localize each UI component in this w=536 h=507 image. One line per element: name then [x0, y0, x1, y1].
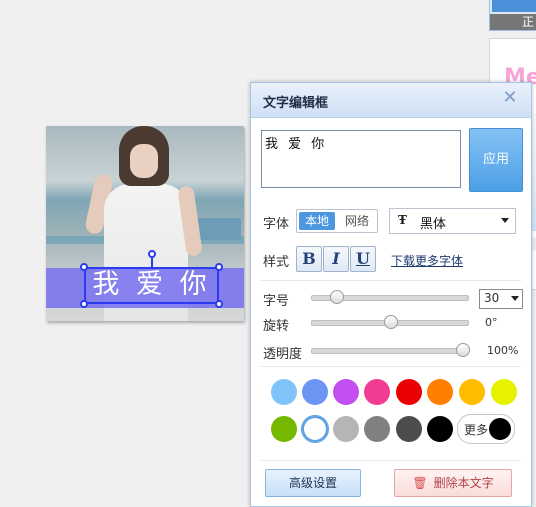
color-swatch-selected[interactable] — [301, 415, 329, 443]
photo-figure-face — [130, 144, 158, 178]
font-source-local[interactable]: 本地 — [299, 212, 335, 230]
color-swatch[interactable] — [271, 379, 297, 405]
current-color-dot — [489, 418, 511, 440]
close-icon[interactable]: ✕ — [501, 89, 519, 107]
delete-text-button[interactable]: 🗑 删除本文字 — [394, 469, 512, 497]
more-colors-label: 更多 — [464, 423, 489, 437]
color-swatch[interactable] — [427, 416, 453, 442]
rotate-value: 0° — [485, 316, 498, 329]
bold-button[interactable]: B — [296, 246, 322, 272]
color-swatch[interactable] — [302, 379, 328, 405]
size-select[interactable]: 30 — [479, 289, 523, 309]
size-slider-knob[interactable] — [330, 290, 344, 304]
thumb-caption: 正常 — [490, 14, 536, 30]
template-thumb-selected[interactable]: 正常 — [489, 0, 536, 31]
rotate-slider[interactable] — [311, 315, 469, 329]
font-source-network[interactable]: 网络 — [339, 212, 375, 230]
opacity-label: 透明度 — [263, 347, 303, 362]
rotate-label: 旋转 — [263, 319, 290, 334]
color-swatch[interactable] — [491, 379, 517, 405]
size-label: 字号 — [263, 294, 290, 309]
advanced-settings-button[interactable]: 高级设置 — [265, 469, 361, 497]
opacity-slider-knob[interactable] — [456, 343, 470, 357]
color-swatch[interactable] — [364, 379, 390, 405]
more-colors-button[interactable]: 更多 — [457, 414, 515, 444]
apply-button[interactable]: 应用 — [469, 128, 523, 192]
color-swatch[interactable] — [333, 416, 359, 442]
style-label: 样式 — [263, 255, 290, 270]
photo-canvas[interactable]: 我 爱 你 — [46, 126, 244, 321]
trash-icon: 🗑 — [412, 476, 428, 490]
color-swatch[interactable] — [333, 379, 359, 405]
opacity-value: 100% — [487, 344, 519, 357]
text-input[interactable]: 我 爱 你 — [261, 130, 461, 188]
color-swatch[interactable] — [427, 379, 453, 405]
color-swatch[interactable] — [459, 379, 485, 405]
rotate-handle[interactable] — [148, 250, 156, 258]
resize-handle-top-right[interactable] — [215, 263, 223, 271]
delete-text-label: 删除本文字 — [433, 476, 494, 490]
divider — [261, 366, 521, 367]
font-type-icon: Ŧ — [398, 213, 407, 227]
resize-handle-bottom-left[interactable] — [80, 300, 88, 308]
size-slider[interactable] — [311, 290, 469, 304]
italic-button[interactable]: I — [323, 246, 349, 272]
chevron-down-icon — [511, 296, 519, 301]
color-swatch[interactable] — [396, 379, 422, 405]
resize-handle-top-left[interactable] — [80, 263, 88, 271]
dialog-title: 文字编辑框 — [263, 96, 329, 111]
rotate-slider-knob[interactable] — [384, 315, 398, 329]
font-source-toggle: 本地 网络 — [296, 209, 378, 233]
thumb-preview — [492, 0, 536, 12]
color-swatch[interactable] — [396, 416, 422, 442]
resize-handle-bottom-right[interactable] — [215, 300, 223, 308]
font-name: 黑体 — [420, 217, 447, 232]
divider — [261, 460, 521, 461]
divider — [261, 280, 521, 281]
chevron-down-icon — [501, 218, 509, 223]
text-edit-dialog: 文字编辑框 ✕ 我 爱 你 应用 字体 本地 网络 Ŧ 黑体 样式 B I U … — [250, 82, 532, 507]
color-swatch[interactable] — [364, 416, 390, 442]
underline-button[interactable]: U — [350, 246, 376, 272]
font-label: 字体 — [263, 217, 290, 232]
download-more-fonts-link[interactable]: 下载更多字体 — [391, 252, 463, 269]
text-selection-box[interactable] — [84, 267, 219, 304]
opacity-slider[interactable] — [311, 343, 470, 357]
dialog-titlebar[interactable]: 文字编辑框 ✕ — [251, 83, 531, 118]
color-swatch[interactable] — [271, 416, 297, 442]
font-select[interactable]: Ŧ 黑体 — [389, 208, 516, 234]
size-value: 30 — [484, 291, 500, 305]
